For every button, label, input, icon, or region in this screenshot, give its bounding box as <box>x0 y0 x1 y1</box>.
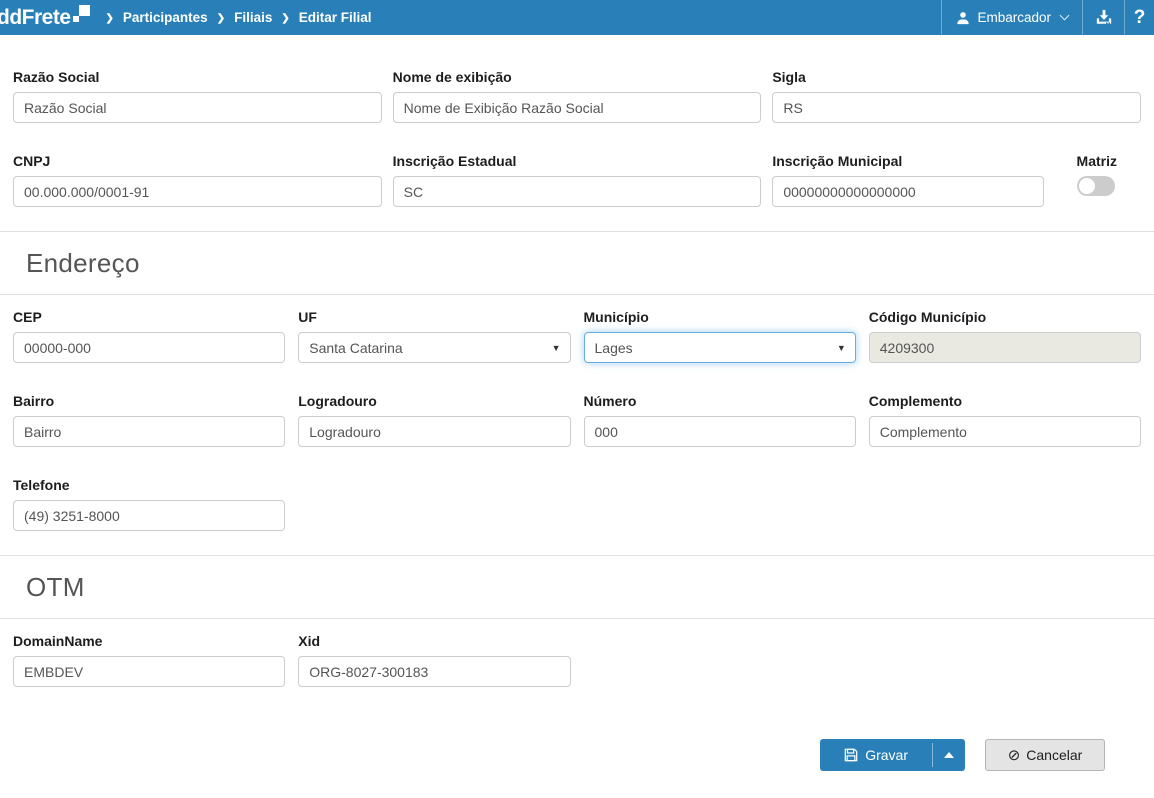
cancelar-button-label: Cancelar <box>1026 747 1082 763</box>
gravar-split-button: Gravar <box>820 739 965 771</box>
inscricao-estadual-input[interactable] <box>393 176 762 207</box>
logo-mark-icon <box>73 5 90 22</box>
breadcrumb-filiais[interactable]: Filiais <box>234 10 272 25</box>
cancelar-button[interactable]: ⊘ Cancelar <box>985 739 1105 771</box>
endereco-section-header: Endereço <box>0 231 1154 295</box>
breadcrumb-participantes[interactable]: Participantes <box>123 10 208 25</box>
otm-section-header: OTM <box>0 555 1154 619</box>
select-caret-icon: ▼ <box>552 343 561 353</box>
bairro-input[interactable] <box>13 416 285 447</box>
person-icon <box>956 11 970 25</box>
download-button[interactable] <box>1082 0 1124 35</box>
inscricao-estadual-label: Inscrição Estadual <box>393 153 762 169</box>
municipio-select[interactable]: Lages ▼ <box>584 332 856 363</box>
endereco-section-title: Endereço <box>26 246 1128 280</box>
complemento-input[interactable] <box>869 416 1141 447</box>
caret-up-icon <box>944 752 954 758</box>
uf-select[interactable]: Santa Catarina ▼ <box>298 332 570 363</box>
breadcrumb: ❯ Participantes ❯ Filiais ❯ Editar Filia… <box>106 0 372 35</box>
uf-select-value: Santa Catarina <box>309 340 402 356</box>
inscricao-municipal-label: Inscrição Municipal <box>772 153 1044 169</box>
uf-label: UF <box>298 309 570 325</box>
cancel-icon: ⊘ <box>1008 748 1021 763</box>
matriz-label: Matriz <box>1077 153 1117 169</box>
domainname-input[interactable] <box>13 656 285 687</box>
codigo-municipio-label: Código Município <box>869 309 1141 325</box>
razao-social-label: Razão Social <box>13 69 382 85</box>
bairro-label: Bairro <box>13 393 285 409</box>
user-menu-button[interactable]: Embarcador <box>941 0 1082 35</box>
municipio-label: Município <box>584 309 856 325</box>
breadcrumb-editar-filial[interactable]: Editar Filial <box>299 10 372 25</box>
complemento-label: Complemento <box>869 393 1141 409</box>
select-caret-icon: ▼ <box>837 343 846 353</box>
nome-exibicao-label: Nome de exibição <box>393 69 762 85</box>
razao-social-input[interactable] <box>13 92 382 123</box>
sigla-input[interactable] <box>772 92 1141 123</box>
chevron-right-icon: ❯ <box>281 13 289 24</box>
municipio-select-value: Lages <box>595 340 633 356</box>
cep-input[interactable] <box>13 332 285 363</box>
domainname-label: DomainName <box>13 633 285 649</box>
edit-filial-form: Razão Social Nome de exibição Sigla CNPJ… <box>0 35 1154 771</box>
cep-label: CEP <box>13 309 285 325</box>
help-icon: ? <box>1134 7 1146 29</box>
gravar-button[interactable]: Gravar <box>820 739 932 771</box>
sigla-label: Sigla <box>772 69 1141 85</box>
user-menu-label: Embarcador <box>977 10 1051 25</box>
cnpj-label: CNPJ <box>13 153 382 169</box>
logradouro-label: Logradouro <box>298 393 570 409</box>
matriz-toggle[interactable] <box>1077 176 1115 196</box>
numero-label: Número <box>584 393 856 409</box>
inscricao-municipal-input[interactable] <box>772 176 1044 207</box>
app-header: ddFrete ❯ Participantes ❯ Filiais ❯ Edit… <box>0 0 1154 35</box>
logradouro-input[interactable] <box>298 416 570 447</box>
xid-input[interactable] <box>298 656 570 687</box>
otm-section-title: OTM <box>26 570 1128 604</box>
numero-input[interactable] <box>584 416 856 447</box>
gravar-dropdown-toggle[interactable] <box>933 739 965 771</box>
cnpj-input[interactable] <box>13 176 382 207</box>
chevron-right-icon: ❯ <box>217 13 225 24</box>
help-button[interactable]: ? <box>1124 0 1154 35</box>
codigo-municipio-input <box>869 332 1141 363</box>
app-logo[interactable]: ddFrete <box>0 0 90 35</box>
floppy-icon <box>844 748 858 762</box>
toggle-knob <box>1079 178 1095 194</box>
xid-label: Xid <box>298 633 570 649</box>
nome-exibicao-input[interactable] <box>393 92 762 123</box>
download-icon <box>1095 9 1113 26</box>
chevron-right-icon: ❯ <box>106 13 114 24</box>
chevron-down-icon <box>1060 11 1070 21</box>
app-logo-text: ddFrete <box>0 6 71 30</box>
telefone-label: Telefone <box>13 477 285 493</box>
gravar-button-label: Gravar <box>865 747 908 763</box>
telefone-input[interactable] <box>13 500 285 531</box>
